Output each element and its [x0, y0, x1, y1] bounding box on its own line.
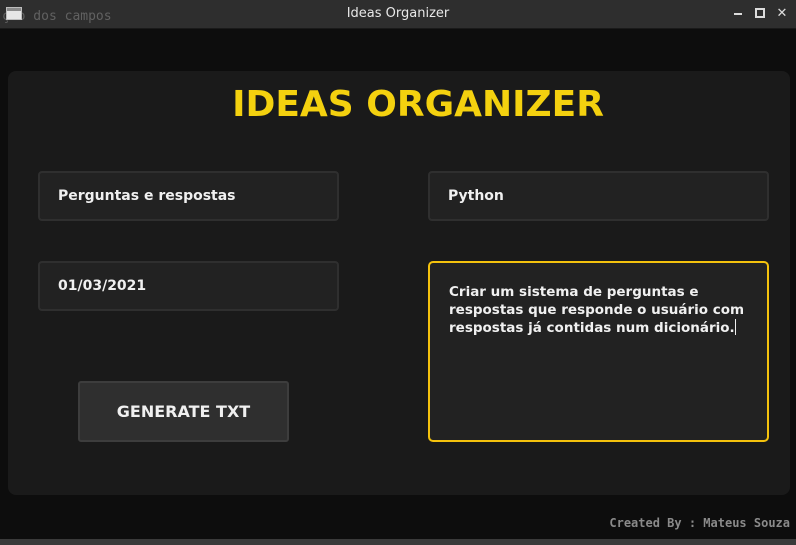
- close-icon[interactable]: ✕: [774, 5, 790, 21]
- maximize-icon[interactable]: [752, 5, 768, 21]
- window-title: Ideas Organizer: [346, 6, 450, 21]
- page-title: IDEAS ORGANIZER: [232, 84, 604, 125]
- generate-txt-button[interactable]: GENERATE TXT: [78, 381, 289, 442]
- language-field-value: Python: [448, 188, 504, 204]
- text-caret: [734, 319, 736, 335]
- window-titlebar: ção dos campos Ideas Organizer ✕: [0, 0, 796, 29]
- topic-field[interactable]: Perguntas e respostas: [38, 171, 339, 221]
- bottom-border: [0, 539, 796, 545]
- description-textarea[interactable]: Criar um sistema de perguntas e resposta…: [428, 261, 769, 442]
- date-field[interactable]: 01/03/2021: [38, 261, 339, 311]
- description-textarea-value: Criar um sistema de perguntas e resposta…: [449, 284, 745, 336]
- language-field[interactable]: Python: [428, 171, 769, 221]
- minimize-icon[interactable]: [730, 5, 746, 21]
- topic-field-value: Perguntas e respostas: [58, 188, 236, 204]
- generate-txt-button-label: GENERATE TXT: [116, 402, 251, 421]
- date-field-value: 01/03/2021: [58, 278, 147, 294]
- footer-credit: Created By : Mateus Souza: [609, 516, 790, 530]
